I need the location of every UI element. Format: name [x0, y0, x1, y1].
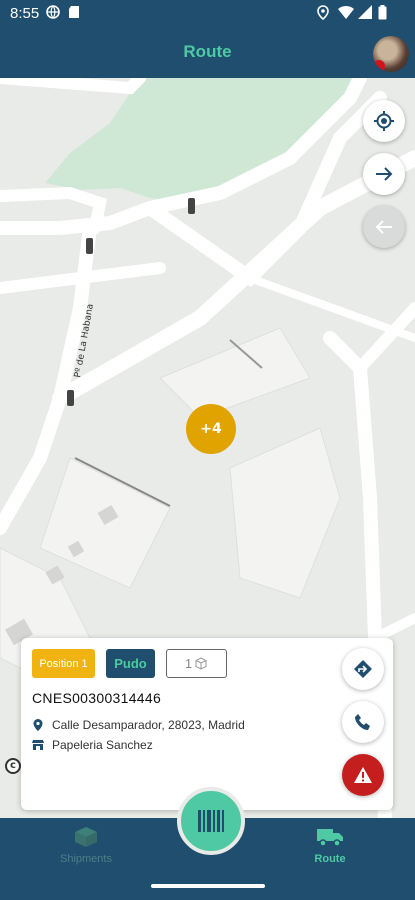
address-text: Calle Desamparador, 28023, Madrid	[52, 718, 245, 732]
nav-item-route[interactable]: Route	[280, 826, 380, 865]
shipment-card[interactable]: Position 1 Pudo 1 CNES00300314446 Calle …	[21, 638, 393, 810]
pudo-badge: Pudo	[106, 649, 155, 678]
battery-icon	[378, 5, 387, 24]
my-location-button[interactable]	[363, 100, 405, 142]
signal-icon	[358, 5, 372, 23]
phone-icon	[355, 714, 370, 730]
directions-button[interactable]	[342, 648, 384, 690]
address-line: Calle Desamparador, 28023, Madrid	[32, 718, 245, 732]
status-time: 8:55	[10, 5, 40, 22]
nav-label-shipments: Shipments	[60, 853, 112, 865]
sd-card-icon	[68, 5, 80, 23]
map-attribution-icon[interactable]: c	[5, 758, 21, 774]
package-count: 1	[184, 656, 193, 671]
warning-icon	[354, 767, 372, 783]
previous-stop-button[interactable]	[363, 206, 405, 248]
location-icon	[317, 5, 329, 24]
status-bar: 8:55	[0, 0, 415, 28]
app-bar: Route	[0, 28, 415, 78]
gesture-home-bar[interactable]	[151, 884, 265, 888]
barcode-icon	[198, 810, 224, 832]
stops-cluster-marker[interactable]: +4	[186, 404, 236, 454]
crosshair-icon	[374, 111, 394, 131]
position-badge: Position 1	[32, 649, 95, 678]
arrow-right-icon	[376, 167, 393, 181]
store-line: Papeleria Sanchez	[32, 738, 153, 752]
directions-icon	[354, 660, 372, 678]
report-incident-button[interactable]	[342, 754, 384, 796]
delivery-truck-icon	[317, 829, 343, 847]
nav-label-route: Route	[314, 853, 346, 865]
wifi-icon	[338, 5, 354, 23]
store-name: Papeleria Sanchez	[52, 738, 153, 752]
vpn-globe-icon	[46, 5, 60, 23]
package-box-icon	[75, 827, 97, 847]
next-stop-button[interactable]	[363, 153, 405, 195]
package-count-badge: 1	[166, 649, 227, 678]
call-button[interactable]	[342, 701, 384, 743]
scan-barcode-button[interactable]	[177, 787, 245, 855]
tracking-code: CNES00300314446	[32, 690, 162, 706]
avatar-status-dot	[373, 60, 385, 72]
avatar[interactable]	[373, 36, 409, 72]
map-pin-icon	[33, 719, 43, 731]
arrow-left-icon	[375, 220, 392, 234]
nav-item-shipments[interactable]: Shipments	[36, 826, 136, 865]
store-icon	[32, 740, 44, 750]
package-icon	[195, 656, 207, 670]
page-title: Route	[183, 42, 232, 61]
